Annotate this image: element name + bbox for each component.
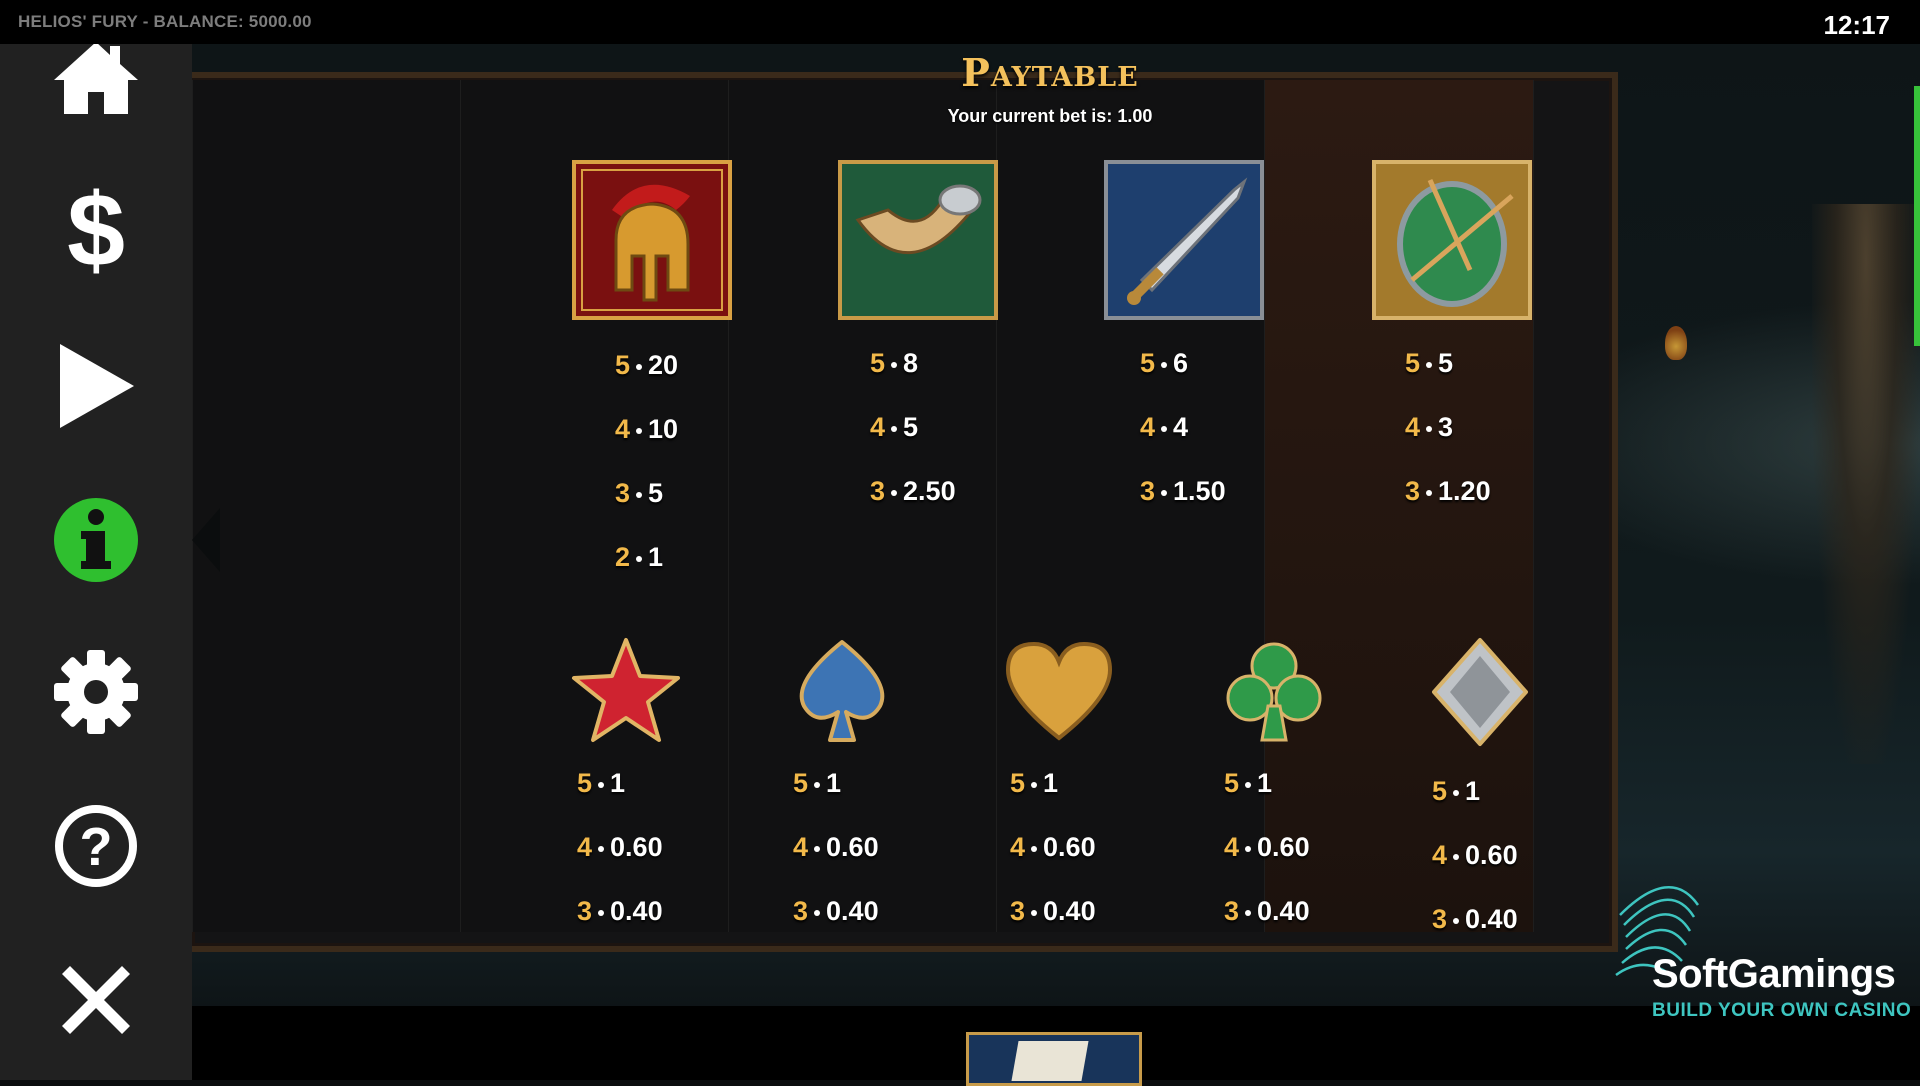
scrollbar[interactable] (1914, 86, 1920, 346)
pay-heart-3: 3 0.40 (1010, 896, 1096, 926)
game-title-balance: HELIOS' FURY - BALANCE: 5000.00 (18, 12, 312, 31)
horn-icon (838, 160, 998, 325)
spade-icon (788, 636, 896, 749)
star-icon (570, 636, 682, 749)
shield-icon (1372, 160, 1532, 325)
pay-diamond-3: 3 0.40 (1432, 904, 1518, 934)
question-icon: ? (55, 805, 137, 887)
play-button[interactable] (46, 336, 146, 436)
sword-icon (1104, 160, 1264, 325)
close-icon (62, 966, 130, 1034)
pay-helmet-2: 21 (615, 542, 664, 572)
pay-spade-5: 51 (793, 768, 842, 798)
pay-spade-4: 4 0.60 (793, 832, 879, 862)
pay-heart-4: 4 0.60 (1010, 832, 1096, 862)
info-icon (54, 498, 138, 582)
pay-shield-5: 55 (1405, 348, 1454, 378)
pay-heart-5: 51 (1010, 768, 1059, 798)
brand-name: SoftGamings (1652, 952, 1896, 996)
pay-helmet-4: 4 10 (615, 414, 679, 444)
club-icon (1222, 636, 1326, 749)
torch-image (1665, 326, 1687, 360)
statue-image (1812, 204, 1920, 764)
pay-horn-4: 45 (870, 412, 919, 442)
pay-star-5: 51 (577, 768, 626, 798)
pay-star-3: 3 0.40 (577, 896, 663, 926)
dollar-icon: $ (67, 182, 125, 278)
paytable-title: Paytable (961, 50, 1139, 95)
pay-horn-3: 3 2.50 (870, 476, 956, 506)
play-icon (60, 344, 134, 428)
pay-diamond-4: 4 0.60 (1432, 840, 1518, 870)
pay-club-3: 3 0.40 (1224, 896, 1310, 926)
feature-thumbnail[interactable] (966, 1032, 1142, 1086)
svg-text:$: $ (67, 182, 125, 278)
clock: 12:17 (1823, 10, 1891, 40)
pay-helmet-5: 5 20 (615, 350, 679, 380)
svg-text:?: ? (80, 817, 113, 877)
side-menu: $ ? (0, 0, 192, 1080)
diamond-icon (1428, 636, 1532, 753)
pay-club-4: 4 0.60 (1224, 832, 1310, 862)
pay-spade-3: 3 0.40 (793, 896, 879, 926)
bet-button[interactable]: $ (46, 180, 146, 280)
gear-icon (54, 650, 138, 734)
reel (192, 80, 462, 932)
brand-tagline: BUILD YOUR OWN CASINO (1652, 1000, 1912, 1021)
help-button[interactable]: ? (46, 796, 146, 896)
pay-helmet-3: 35 (615, 478, 664, 508)
pay-star-4: 4 0.60 (577, 832, 663, 862)
settings-button[interactable] (46, 642, 146, 742)
pay-horn-5: 58 (870, 348, 919, 378)
pay-shield-4: 43 (1405, 412, 1454, 442)
pay-sword-5: 56 (1140, 348, 1189, 378)
pay-club-5: 51 (1224, 768, 1273, 798)
current-bet-text: Your current bet is: 1.00 (947, 106, 1153, 126)
helmet-icon (572, 160, 732, 325)
pay-sword-3: 3 1.50 (1140, 476, 1226, 506)
pay-shield-3: 3 1.20 (1405, 476, 1491, 506)
pay-diamond-5: 51 (1432, 776, 1481, 806)
heart-icon (1002, 636, 1116, 749)
info-button[interactable] (46, 490, 146, 590)
active-indicator (192, 508, 220, 572)
home-icon (54, 42, 138, 114)
pay-sword-4: 44 (1140, 412, 1189, 442)
close-button[interactable] (46, 950, 146, 1050)
status-bar: HELIOS' FURY - BALANCE: 5000.00 12:17 (0, 0, 1920, 44)
